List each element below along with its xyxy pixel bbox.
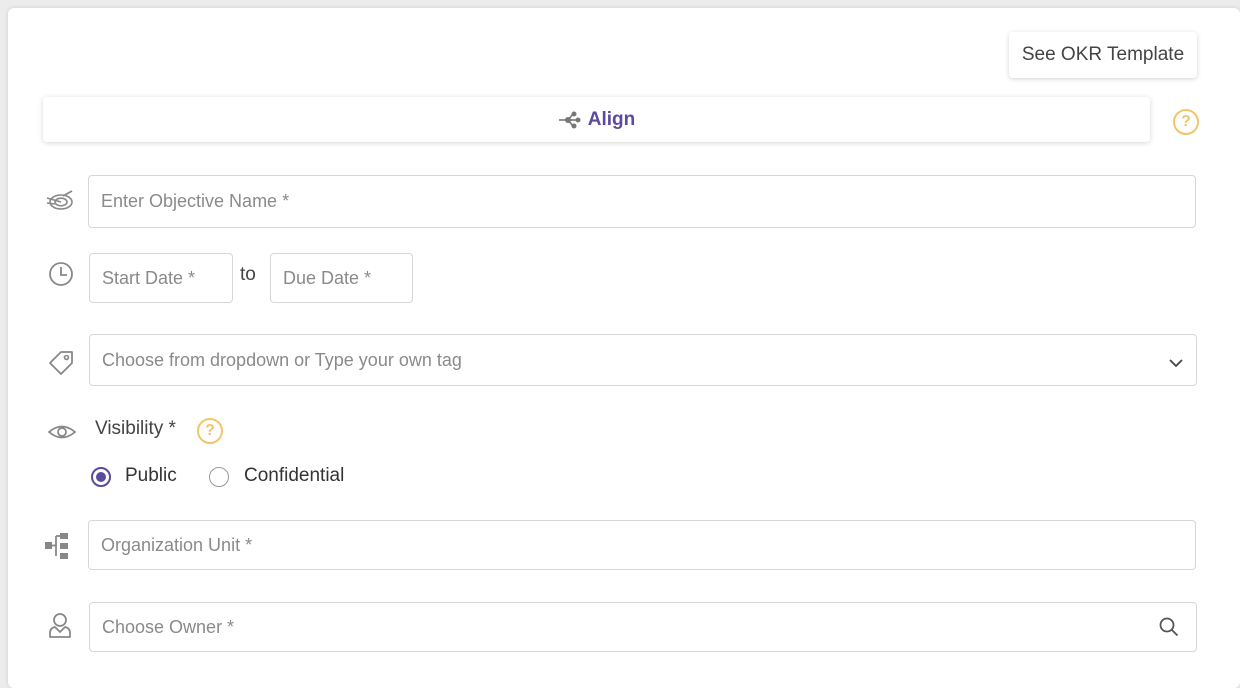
- objective-name-input[interactable]: [88, 175, 1196, 228]
- organization-unit-input[interactable]: [88, 520, 1196, 570]
- chevron-down-icon[interactable]: [1166, 353, 1186, 373]
- align-icon: [558, 111, 581, 128]
- visibility-help-icon[interactable]: ?: [197, 418, 223, 444]
- tag-icon: [49, 351, 73, 375]
- eye-icon: [47, 425, 77, 439]
- see-okr-template-button[interactable]: See OKR Template: [1009, 32, 1197, 78]
- search-icon[interactable]: [1158, 616, 1180, 638]
- date-separator: to: [240, 264, 256, 285]
- owner-input[interactable]: [89, 602, 1197, 652]
- clock-icon: [49, 262, 73, 286]
- visibility-public-radio[interactable]: [91, 467, 111, 487]
- help-icon[interactable]: ?: [1173, 109, 1199, 135]
- start-date-input[interactable]: [89, 253, 233, 303]
- due-date-input[interactable]: [270, 253, 413, 303]
- target-icon: [46, 190, 73, 210]
- visibility-confidential-label[interactable]: Confidential: [244, 465, 344, 487]
- tags-dropdown-input[interactable]: [89, 334, 1197, 386]
- visibility-confidential-radio[interactable]: [209, 467, 229, 487]
- align-button[interactable]: Align: [43, 97, 1150, 142]
- user-icon: [49, 613, 71, 638]
- hierarchy-icon: [45, 533, 68, 559]
- visibility-public-label[interactable]: Public: [125, 465, 177, 487]
- visibility-label: Visibility *: [95, 418, 176, 439]
- align-label: Align: [587, 108, 636, 130]
